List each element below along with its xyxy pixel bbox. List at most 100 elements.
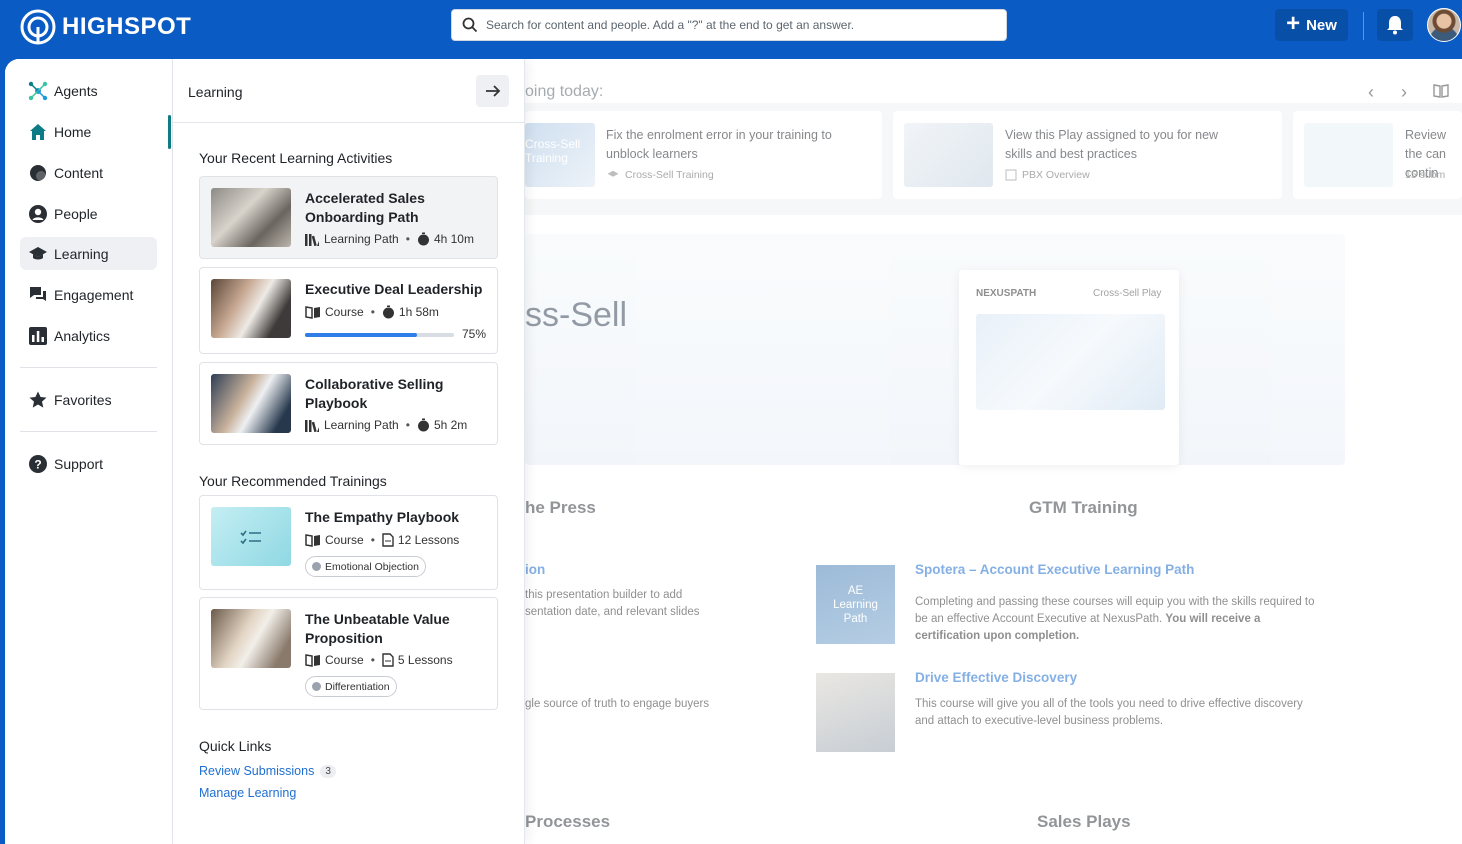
tag-icon	[312, 682, 321, 691]
stopwatch-icon	[382, 305, 394, 319]
sidebar-item-engagement[interactable]: Engagement	[20, 278, 157, 311]
hero-document: NEXUSPATH Cross-Sell Play	[959, 270, 1179, 465]
card-meta: Course • 5 Lessons	[305, 653, 453, 667]
hero-doc-label: Cross-Sell Play	[1093, 288, 1162, 299]
ae-learning-path-thumb: AE Learning Path	[816, 565, 895, 644]
card-meta: Learning Path • 4h 10m	[305, 232, 474, 246]
card-type: Course	[325, 533, 364, 547]
book-icon[interactable]	[1433, 83, 1449, 99]
card-title: Executive Deal Leadership	[305, 281, 483, 297]
user-avatar[interactable]	[1427, 8, 1461, 42]
bar-chart-icon	[29, 326, 47, 345]
sidebar: Agents Home Content People Learning Enga…	[5, 59, 173, 844]
rec-card[interactable]: View this Play assigned to you for new s…	[893, 111, 1282, 199]
agents-icon	[28, 81, 48, 100]
highspot-logo[interactable]: HIGHSPOT	[20, 9, 191, 45]
search-input[interactable]: Search for content and people. Add a "?"…	[486, 18, 854, 32]
sidebar-item-label: People	[54, 205, 98, 222]
search-bar[interactable]: Search for content and people. Add a "?"…	[451, 9, 1007, 41]
learning-card[interactable]: Collaborative Selling Playbook Learning …	[199, 362, 498, 445]
count-badge: 3	[320, 764, 336, 778]
tag-label: Emotional Objection	[325, 560, 419, 573]
card-thumbnail	[211, 188, 291, 247]
discovery-thumb	[816, 673, 895, 752]
manage-learning-link[interactable]: Manage Learning	[199, 786, 296, 800]
course-book-icon	[305, 533, 320, 547]
learning-card[interactable]: Accelerated Sales Onboarding Path Learni…	[199, 176, 498, 259]
card-title: The Empathy Playbook	[305, 509, 460, 525]
chevron-left-icon[interactable]: ‹	[1368, 82, 1374, 103]
help-icon: ?	[29, 454, 47, 473]
play-doc-icon	[1005, 169, 1017, 181]
highspot-logo-icon	[20, 9, 56, 45]
svg-text:?: ?	[34, 457, 41, 471]
card-type: Course	[325, 305, 364, 319]
gtm-text: This course will give you all of the too…	[915, 698, 1303, 727]
progress-fill	[305, 333, 417, 337]
recommended-trainings-heading: Your Recommended Trainings	[199, 473, 387, 489]
rec-thumb	[1304, 123, 1393, 187]
card-thumbnail	[211, 507, 291, 566]
sidebar-item-support[interactable]: ? Support	[20, 447, 157, 480]
training-card[interactable]: The Empathy Playbook Course • 12 Lessons…	[199, 495, 498, 590]
recent-activities-heading: Your Recent Learning Activities	[199, 150, 393, 166]
card-meta: Learning Path • 5h 2m	[305, 418, 467, 432]
section-press-heading: he Press	[525, 498, 596, 517]
training-card[interactable]: The Unbeatable Value Proposition Course …	[199, 597, 498, 710]
rec-card[interactable]: Review the can contin 15 subm	[1293, 111, 1462, 199]
separator-dot: •	[405, 232, 410, 246]
sidebar-item-analytics[interactable]: Analytics	[20, 319, 157, 352]
press-link[interactable]: ion	[525, 562, 545, 577]
card-title: The Unbeatable Value Proposition	[305, 611, 450, 646]
notifications-button[interactable]	[1377, 9, 1413, 41]
tag-icon	[312, 562, 321, 571]
separator-dot: •	[370, 305, 375, 319]
nexuspath-logo: NEXUSPATH	[976, 288, 1037, 299]
sidebar-item-learning[interactable]: Learning	[20, 237, 157, 270]
checklist-icon	[240, 530, 261, 544]
sidebar-item-favorites[interactable]: Favorites	[20, 383, 157, 416]
card-lessons: 5 Lessons	[397, 653, 453, 667]
progress-bar	[305, 333, 454, 337]
chevron-right-icon[interactable]: ›	[1401, 82, 1407, 103]
gtm-link-ae-path[interactable]: Spotera – Account Executive Learning Pat…	[915, 562, 1194, 577]
skill-tag[interactable]: Emotional Objection	[305, 556, 426, 577]
rec-card[interactable]: Cross-Sell Training Fix the enrolment er…	[525, 111, 882, 199]
card-type: Learning Path	[324, 418, 399, 432]
learning-card[interactable]: Executive Deal Leadership Course • 1h 58…	[199, 267, 498, 354]
home-content: oing today: ‹ › Cross-Sell Training Fix …	[525, 59, 1462, 844]
sidebar-item-agents[interactable]: Agents	[20, 74, 157, 107]
bell-icon	[1387, 16, 1403, 35]
panel-header: Learning	[173, 59, 524, 123]
stopwatch-icon	[417, 418, 429, 432]
sidebar-item-content[interactable]: Content	[20, 156, 157, 189]
lessons-doc-icon	[382, 533, 394, 547]
hero-banner[interactable]: ss-Sell NEXUSPATH Cross-Sell Play	[525, 234, 1345, 465]
gtm-text: Completing and passing these courses wil…	[915, 594, 1315, 645]
section-processes-heading: Processes	[525, 812, 611, 831]
quick-links-heading: Quick Links	[199, 738, 272, 754]
separator-dot: •	[370, 653, 375, 667]
open-learning-button[interactable]	[476, 75, 509, 107]
star-icon	[29, 391, 47, 408]
lessons-doc-icon	[382, 653, 394, 667]
card-thumbnail	[211, 374, 291, 433]
sidebar-item-label: Favorites	[54, 391, 112, 408]
sidebar-item-people[interactable]: People	[20, 197, 157, 230]
rec-sub: 15 subm	[1405, 169, 1445, 181]
new-button[interactable]: + New	[1275, 9, 1348, 41]
sidebar-divider	[20, 367, 157, 368]
gtm-link-discovery[interactable]: Drive Effective Discovery	[915, 670, 1077, 685]
card-meta: Course • 1h 58m	[305, 305, 439, 319]
section-sales-plays-heading: Sales Plays	[1037, 812, 1131, 831]
review-submissions-link[interactable]: Review Submissions 3	[199, 764, 336, 778]
skill-tag[interactable]: Differentiation	[305, 676, 397, 697]
sidebar-divider	[20, 431, 157, 432]
sidebar-item-home[interactable]: Home	[20, 115, 157, 148]
section-gtm-heading: GTM Training	[1029, 498, 1138, 517]
press-text: gle source of truth to engage buyers	[525, 698, 710, 710]
card-thumbnail	[211, 609, 291, 668]
card-duration: 4h 10m	[433, 232, 474, 246]
card-duration: 5h 2m	[433, 418, 468, 432]
rec-sub-label: PBX Overview	[1022, 169, 1090, 181]
